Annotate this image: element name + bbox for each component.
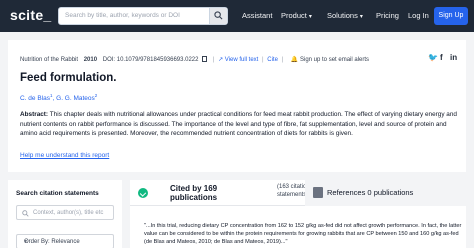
chevron-down-icon: ▾ (308, 14, 312, 20)
nav-solutions[interactable]: Solutions ▾ (327, 11, 363, 20)
references-label: References 0 publications (327, 188, 414, 197)
abstract: Abstract: This chapter deals with nutrit… (20, 110, 460, 139)
doi-text: DOI: 10.1079/9781845936693.0222 (102, 57, 199, 63)
nav-solutions-label: Solutions (327, 11, 358, 20)
linkedin-icon[interactable]: in (450, 53, 457, 62)
bell-icon: 🔔 (290, 57, 299, 63)
tab-references[interactable]: References 0 publications (305, 180, 466, 206)
nav-product-label: Product (281, 11, 307, 20)
journal-name[interactable]: Nutrition of the Rabbit (20, 57, 78, 63)
nav-assistant[interactable]: Assistant (242, 11, 272, 20)
search-button[interactable] (209, 8, 227, 24)
check-circle-icon (138, 188, 148, 198)
citation-snippet: "...In this trial, reducing dietary CP c… (144, 223, 462, 245)
cited-by-label: Cited by 169 publications (170, 184, 218, 202)
author-list: C. de Blas1, G. G. Mateos2 (20, 93, 98, 103)
paper-meta: Nutrition of the Rabbit 2010 DOI: 10.107… (20, 56, 370, 63)
citation-search-input[interactable]: Context, author(s), title etc (16, 205, 114, 220)
view-full-text-link[interactable]: View full text (225, 57, 259, 63)
publication-year: 2010 (83, 57, 98, 63)
external-link-icon: ↗ (218, 57, 224, 63)
search-icon (214, 11, 223, 20)
top-navigation-bar: scite_ Search by title, author, keywords… (0, 0, 474, 32)
paper-card: Nutrition of the Rabbit 2010 DOI: 10.107… (8, 40, 466, 172)
scite-logo[interactable]: scite_ (10, 7, 52, 23)
signup-button[interactable]: Sign Up (434, 7, 468, 25)
order-by-select[interactable]: Order By: Relevance ▾ (16, 234, 114, 248)
search-input[interactable]: Search by title, author, keywords or DOI (65, 12, 180, 19)
tab-cited-by[interactable]: Cited by 169 publications (163 citation … (130, 180, 330, 206)
author-link[interactable]: G. G. Mateos (56, 95, 95, 102)
chevron-down-icon: ▾ (24, 239, 28, 245)
cite-link[interactable]: Cite (267, 57, 278, 63)
twitter-icon[interactable]: 🐦 (428, 53, 438, 62)
abstract-text: This chapter deals with nutritional allo… (20, 111, 457, 137)
email-alert-text[interactable]: Sign up to set email alerts (300, 57, 369, 63)
citation-search-panel: Search citation statements Context, auth… (8, 180, 122, 248)
author-link[interactable]: C. de Blas (20, 95, 50, 102)
search-box[interactable]: Search by title, author, keywords or DOI (58, 7, 228, 25)
copy-icon[interactable] (202, 56, 208, 63)
search-citation-title: Search citation statements (16, 190, 99, 197)
nav-product[interactable]: Product ▾ (281, 11, 312, 20)
login-link[interactable]: Log In (408, 11, 429, 20)
chevron-down-icon: ▾ (359, 14, 363, 20)
citations-panel: Cited by 169 publications (163 citation … (130, 180, 466, 248)
help-understand-link[interactable]: Help me understand this report (20, 152, 109, 159)
nav-pricing[interactable]: Pricing (376, 11, 399, 20)
abstract-label: Abstract: (20, 111, 49, 118)
citation-search-placeholder: Context, author(s), title etc (33, 209, 104, 216)
facebook-icon[interactable]: f (440, 53, 443, 62)
paper-title: Feed formulation. (20, 72, 117, 84)
document-icon (313, 187, 323, 198)
search-icon (22, 210, 29, 217)
